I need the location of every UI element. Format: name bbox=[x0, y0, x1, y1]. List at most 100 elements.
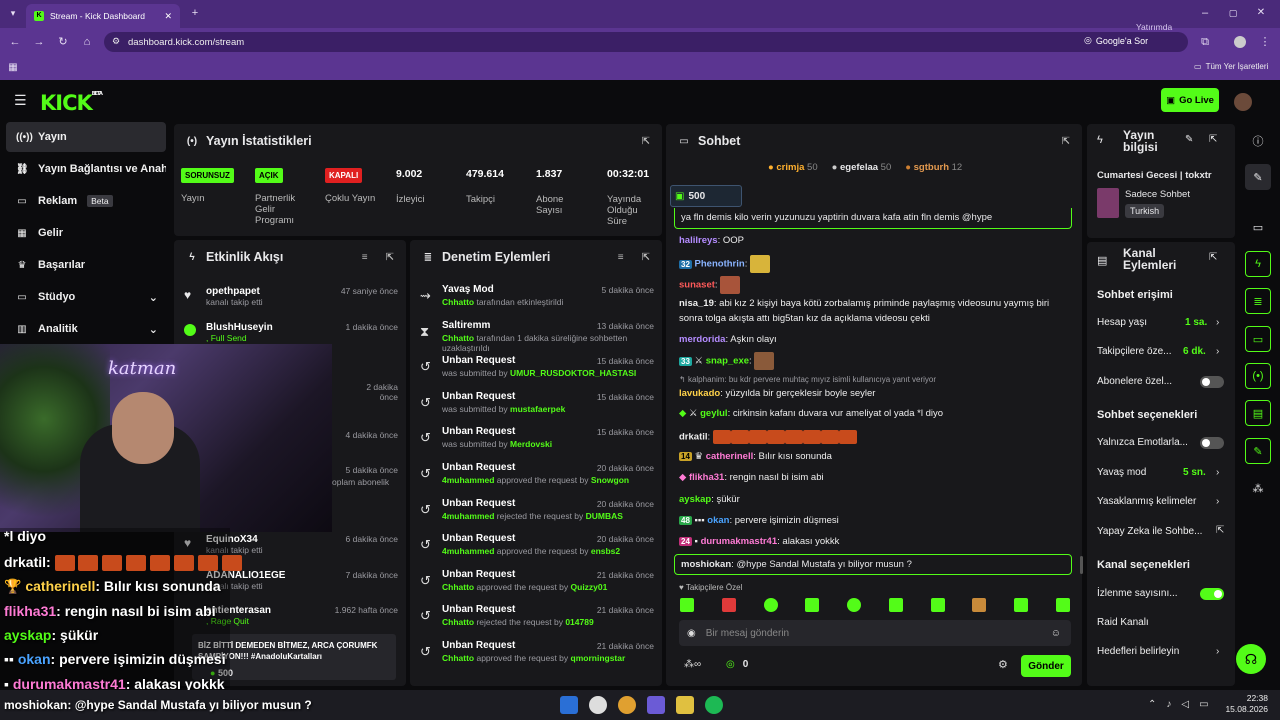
chevron-right-icon[interactable]: › bbox=[1216, 496, 1219, 507]
emoji-icon[interactable]: ☺ bbox=[1051, 628, 1061, 639]
popout-icon[interactable]: ⇱ bbox=[1209, 252, 1217, 263]
chat-username[interactable]: halilreys bbox=[679, 235, 718, 246]
wrench-icon[interactable]: ✎ bbox=[1245, 438, 1271, 464]
kick-logo[interactable]: KICKBETA bbox=[40, 91, 103, 115]
moderation-target[interactable]: Snowgon bbox=[591, 475, 629, 485]
google-ask-button[interactable]: ◎ Google'a Sor bbox=[1084, 35, 1148, 46]
site-info-icon[interactable]: ⚙ bbox=[112, 36, 120, 47]
stream-preview[interactable]: katman bbox=[0, 344, 332, 532]
chevron-right-icon[interactable]: › bbox=[1216, 346, 1219, 357]
moderation-target[interactable]: qmorningstar bbox=[571, 653, 626, 663]
raid-channel-button[interactable]: Raid Kanalı bbox=[1097, 617, 1149, 628]
home-icon[interactable]: ⌂ bbox=[80, 35, 94, 49]
sidebar-item-studyo[interactable]: ▭ Stüdyo ⌄ bbox=[6, 282, 166, 312]
chat-username[interactable]: drkatil bbox=[679, 432, 708, 443]
all-bookmarks-link[interactable]: ▭ Tüm Yer İşaretleri bbox=[1194, 62, 1268, 71]
back-icon[interactable]: ← bbox=[8, 35, 22, 49]
emote-icon[interactable] bbox=[805, 598, 820, 612]
chat-username[interactable]: durumakmastr41 bbox=[701, 536, 778, 547]
close-tab-icon[interactable]: ✕ bbox=[164, 11, 172, 22]
chat-username[interactable]: sunaset bbox=[679, 280, 715, 291]
gear-icon[interactable]: ⚙ bbox=[998, 658, 1008, 671]
goals-button[interactable]: Hedefleri belirleyin bbox=[1097, 646, 1179, 657]
moderation-target[interactable]: ensbs2 bbox=[591, 546, 620, 556]
chat-username[interactable]: catherinell bbox=[706, 451, 754, 462]
edit-icon[interactable]: ✎ bbox=[1185, 134, 1193, 145]
minimize-icon[interactable]: – bbox=[1198, 6, 1212, 20]
window-close-icon[interactable]: ✕ bbox=[1254, 6, 1268, 20]
emote-icon[interactable] bbox=[888, 598, 903, 612]
list-icon[interactable]: ≣ bbox=[1245, 288, 1271, 314]
browser-tab[interactable]: K Stream - Kick Dashboard ✕ bbox=[26, 4, 180, 28]
lightning-icon[interactable]: ϟ bbox=[1245, 251, 1271, 277]
user-avatar[interactable] bbox=[1234, 93, 1252, 111]
chevron-right-icon[interactable]: › bbox=[1216, 317, 1219, 328]
moderation-actor[interactable]: 4muhammed bbox=[442, 511, 497, 521]
filter-icon[interactable]: ≡ bbox=[618, 252, 624, 263]
profile-avatar[interactable] bbox=[1234, 36, 1246, 48]
reload-icon[interactable]: ↻ bbox=[56, 35, 70, 49]
moderation-target[interactable]: mustafaerpek bbox=[510, 404, 565, 414]
account-age-setting[interactable]: Hesap yaşı 1 sa. bbox=[1097, 317, 1221, 328]
chat-bubble-icon[interactable]: ▭ bbox=[1245, 326, 1271, 352]
sidebar-item-basarilar[interactable]: ♛ Başarılar bbox=[6, 250, 166, 280]
tab-search-icon[interactable]: ▾ bbox=[6, 6, 20, 20]
chat-username[interactable]: Phenothrin bbox=[695, 259, 745, 270]
emote-icon[interactable] bbox=[680, 598, 694, 612]
popout-icon[interactable]: ⇱ bbox=[642, 136, 650, 147]
emote-icon[interactable] bbox=[763, 598, 778, 612]
info-icon[interactable]: ⓘ bbox=[1245, 128, 1271, 154]
popout-icon[interactable]: ⇱ bbox=[642, 252, 650, 263]
slow-mode-setting[interactable]: Yavaş mod 5 sn. bbox=[1097, 467, 1221, 478]
chat-scrollbar[interactable] bbox=[1080, 556, 1083, 574]
discord-icon[interactable] bbox=[647, 696, 665, 714]
channel-actions-icon[interactable]: ▤ bbox=[1245, 400, 1271, 426]
filter-icon[interactable]: ≡ bbox=[362, 252, 368, 263]
broadcast-icon[interactable]: (•) bbox=[1245, 363, 1271, 389]
extensions-icon[interactable]: ⧉ bbox=[1198, 35, 1212, 49]
apps-grid-icon[interactable]: ▦ bbox=[6, 61, 20, 75]
emotes-only-toggle[interactable] bbox=[1200, 437, 1224, 449]
chat-username[interactable]: snap_exe bbox=[706, 356, 749, 367]
tray-chevron-icon[interactable]: ⌃ bbox=[1148, 699, 1156, 710]
moderation-actor[interactable]: Chhatto bbox=[442, 653, 476, 663]
stats-icon[interactable]: ▭ bbox=[1245, 214, 1271, 240]
sidebar-item-yayin[interactable]: ((•)) Yayın bbox=[6, 122, 166, 152]
emote-icon[interactable] bbox=[930, 598, 945, 612]
battery-icon[interactable]: ▭ bbox=[1199, 699, 1208, 710]
emote-icon[interactable] bbox=[972, 598, 987, 612]
emote-icon[interactable] bbox=[1055, 598, 1070, 612]
moderation-actor[interactable]: Chhatto bbox=[442, 582, 476, 592]
chat-username[interactable]: nisa_19 bbox=[679, 298, 714, 309]
support-button[interactable]: ☊ bbox=[1236, 644, 1266, 674]
chat-username[interactable]: moshiokan bbox=[681, 559, 731, 570]
send-button[interactable]: Gönder bbox=[1021, 655, 1071, 677]
emote-icon[interactable] bbox=[1014, 598, 1029, 612]
channel-points[interactable]: ◎ 0 bbox=[726, 659, 748, 670]
followers-only-setting[interactable]: Takipçilere öze... 6 dk. bbox=[1097, 346, 1221, 357]
subscribers-only-toggle[interactable] bbox=[1200, 376, 1224, 388]
file-explorer-icon[interactable] bbox=[676, 696, 694, 714]
windows-start-icon[interactable] bbox=[560, 696, 578, 714]
chat-username[interactable]: geylul bbox=[700, 408, 727, 419]
chat-username[interactable]: ayskap bbox=[679, 494, 711, 505]
address-bar[interactable]: ⚙ dashboard.kick.com/stream ◎ Google'a S… bbox=[104, 32, 1188, 52]
chat-username[interactable]: merdorida bbox=[679, 334, 725, 345]
sidebar-item-stream-key[interactable]: ⛓ Yayın Bağlantısı ve Anahtar bbox=[6, 154, 166, 184]
go-live-button[interactable]: ▣ Go Live bbox=[1161, 88, 1219, 112]
moderation-target[interactable]: UMUR_RUSDOKTOR_HASTASI bbox=[510, 368, 636, 378]
popout-icon[interactable]: ⇱ bbox=[1062, 136, 1070, 147]
hamburger-menu-icon[interactable]: ☰ bbox=[14, 92, 27, 109]
popout-icon[interactable]: ⇱ bbox=[1209, 134, 1217, 145]
chevron-right-icon[interactable]: › bbox=[1216, 467, 1219, 478]
search-icon[interactable] bbox=[589, 696, 607, 714]
community-icon[interactable]: ⁂ bbox=[1245, 475, 1271, 501]
popout-icon[interactable]: ⇱ bbox=[386, 252, 394, 263]
moderation-target[interactable]: Merdovski bbox=[510, 439, 552, 449]
moderation-actor[interactable]: Chhatto bbox=[442, 333, 476, 343]
moderation-actor[interactable]: 4muhammed bbox=[442, 475, 497, 485]
chat-username[interactable]: lavukado bbox=[679, 388, 720, 399]
external-link-icon[interactable]: ⇱ bbox=[1216, 525, 1224, 536]
moderation-actor[interactable]: Chhatto bbox=[442, 617, 476, 627]
volume-icon[interactable]: ◁ bbox=[1181, 699, 1189, 710]
